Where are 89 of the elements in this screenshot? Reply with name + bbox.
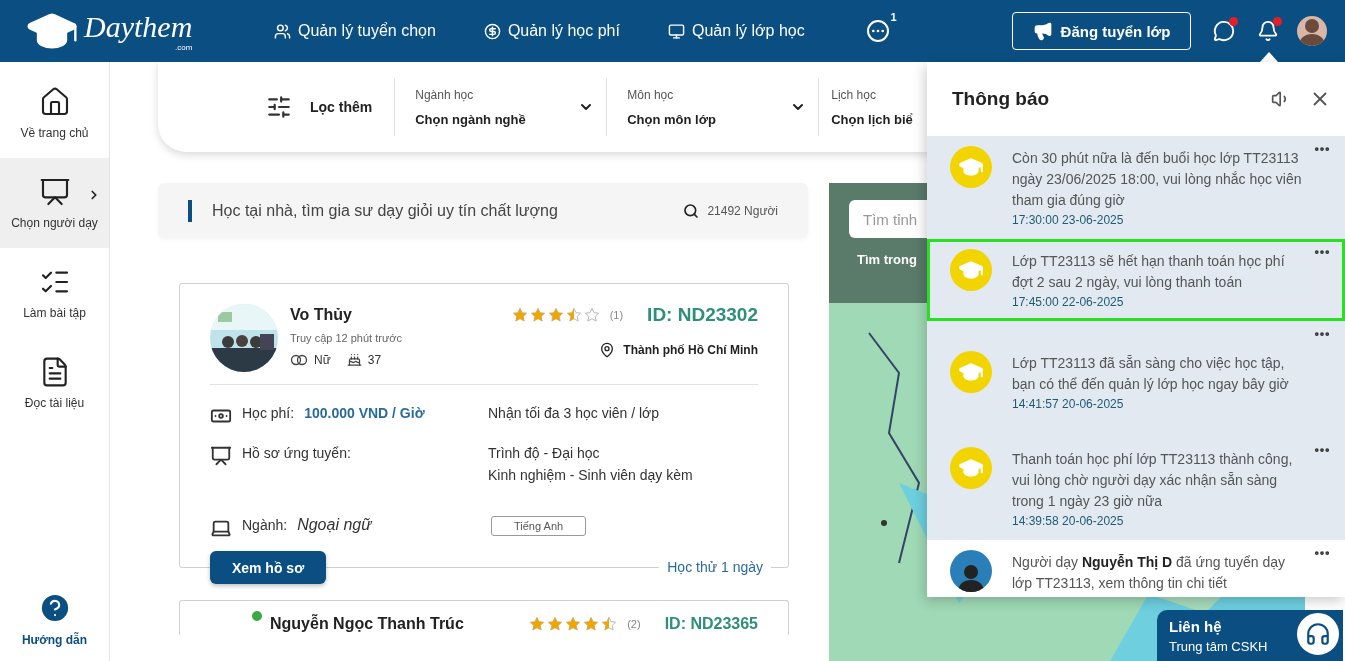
star-icon xyxy=(565,307,582,323)
major-label: Ngành: xyxy=(242,517,288,533)
users-icon xyxy=(274,22,291,40)
count-label: 1 xyxy=(890,11,897,23)
last-seen: Truy cập 12 phút trước xyxy=(290,332,403,344)
nav-link[interactable]: Quản lý tuyển chọn xyxy=(274,22,436,40)
sidebar-item[interactable]: Đọc tài liệu xyxy=(0,338,109,428)
tutor-id: ID: ND23365 xyxy=(664,615,758,633)
star-icon xyxy=(511,307,528,323)
location: Thành phố Hồ Chí Minh xyxy=(623,343,758,357)
search-icon xyxy=(683,202,700,219)
profile-line: Kinh nghiệm - Sinh viên dạy kèm xyxy=(488,467,694,483)
notification-time: 14:39:58 20-06-2025 xyxy=(1012,514,1125,528)
star-icon xyxy=(583,616,600,632)
graduation-cap-icon xyxy=(950,146,992,188)
post-class-button[interactable]: Đăng tuyển lớp xyxy=(1012,12,1191,50)
notification-time: 14:41:57 20-06-2025 xyxy=(1012,397,1125,411)
subject-tag: Tiếng Anh xyxy=(491,516,587,536)
nav-link[interactable]: Quản lý học phí xyxy=(483,22,620,40)
notification-item[interactable]: Còn 30 phút nữa là đến buổi học lớp TT23113 ngày 23/06/2025 18:00, vui lòng nhắc học viên tham gia đúng giờ 17:30:00 23-06-2025 xyxy=(927,136,1345,239)
tutor-name: Vo Thủy xyxy=(290,306,353,324)
location-icon xyxy=(599,342,616,358)
panel-title: Thông báo xyxy=(952,88,1050,110)
more-icon[interactable] xyxy=(866,20,889,42)
filter-dropdown[interactable]: Lịch học Chọn lịch biể xyxy=(818,78,915,136)
result-count: 21492 Người xyxy=(707,203,778,218)
cake-icon xyxy=(346,352,362,367)
filter-button[interactable]: Lọc thêm xyxy=(266,94,395,120)
capacity: Nhận tối đa 3 học viên / lớp xyxy=(488,405,661,423)
dollar-icon xyxy=(483,22,501,40)
tutor-id: ID: ND23302 xyxy=(647,304,758,326)
graduation-cap-icon xyxy=(950,447,992,489)
view-profile-button[interactable]: Xem hồ sơ xyxy=(210,551,326,584)
notification-text: Còn 30 phút nữa là đến buổi học lớp TT23113 ngày 23/06/2025 18:00, vui lòng nhắc học viên tham gia đúng giờ xyxy=(1012,149,1303,210)
megaphone-icon xyxy=(1032,21,1053,41)
notification-item[interactable]: Người dạy Nguyễn Thị D đã ứng tuyển dạy lớp TT23113, xem thông tin chi tiết xyxy=(927,540,1345,597)
help-link[interactable]: Hướng dẫn xyxy=(0,591,109,647)
search-field[interactable]: Học tại nhà, tìm gia sư dạy giỏi uy tín chất lượng xyxy=(210,200,684,221)
user-avatar[interactable] xyxy=(1297,16,1327,46)
star-icon xyxy=(583,307,600,323)
nav-link[interactable]: Quản lý lớp học xyxy=(667,22,805,40)
fee-value: 100.000 VND / Giờ xyxy=(304,405,425,421)
filter-dropdown[interactable]: Môn học Chọn môn lớp xyxy=(606,78,819,136)
notification-text: Lớp TT23113 sẽ hết hạn thanh toán học phí đợt 2 sau 2 ngày, vui lòng thanh toán xyxy=(1012,252,1286,292)
map-search-field[interactable]: Tìm tỉnh xyxy=(849,200,927,238)
notification-time: 17:30:00 23-06-2025 xyxy=(1012,213,1125,227)
star-icon xyxy=(547,307,564,323)
contact-button[interactable]: Liên hệ Trung tâm CSKH xyxy=(1157,610,1343,661)
trial-link[interactable]: Học thử 1 ngày xyxy=(659,559,771,575)
age: 37 xyxy=(367,352,382,367)
graduation-cap-icon xyxy=(950,351,992,393)
gender-icon xyxy=(290,352,308,367)
fee-label: Học phí: xyxy=(242,405,295,421)
search-bar[interactable]: Học tại nhà, tìm gia sư dạy giỏi uy tín chất lượng 21492 Người xyxy=(158,183,808,238)
tutor-avatar xyxy=(950,550,992,592)
notification-time: 17:45:00 22-06-2025 xyxy=(1012,295,1125,309)
review-count: (1) xyxy=(609,309,624,321)
filter-icon xyxy=(266,94,292,120)
presentation-icon xyxy=(38,176,71,208)
sidebar-item[interactable]: Làm bài tập xyxy=(0,248,109,338)
major-value: Ngoại ngữ xyxy=(297,516,372,534)
logo-text: Daythem xyxy=(84,10,193,44)
presentation-icon xyxy=(210,445,232,467)
star-icon xyxy=(529,616,546,632)
tutor-name: Nguyễn Ngọc Thanh Trúc xyxy=(270,615,465,633)
profile-line: Trình độ - Đại học xyxy=(488,445,601,461)
graduation-cap-icon xyxy=(950,249,992,291)
map-toggle-label[interactable]: Tìm trong xyxy=(857,252,917,267)
notification-item[interactable]: Thanh toán học phí lớp TT23113 thành công, vui lòng chờ người dạy xác nhận sẵn sàng trong 1 ngày 23 giờ nữa 14:39:58 20-06-2025 xyxy=(927,437,1345,540)
star-icon xyxy=(565,616,582,632)
notification-item[interactable]: Lớp TT23113 đã sẵn sàng cho việc học tập, bạn có thể đến quản lý lớp học ngay bây giờ 14:41:57 20-06-2025 xyxy=(927,321,1345,437)
star-icon xyxy=(547,616,564,632)
sidebar-item[interactable]: Chọn người dạy xyxy=(0,158,109,248)
star-icon xyxy=(529,307,546,323)
review-count: (2) xyxy=(627,618,641,630)
notification-item[interactable]: Lớp TT23113 sẽ hết hạn thanh toán học phí đợt 2 sau 2 ngày, vui lòng thanh toán 17:45:00 22-06-2025 xyxy=(927,239,1345,321)
notification-text: Thanh toán học phí lớp TT23113 thành công, vui lòng chờ người dạy xác nhận sẵn sàng trong 1 ngày 23 giờ nữa xyxy=(1012,450,1294,511)
notification-text: Người dạy Nguyễn Thị D đã ứng tuyển dạy lớp TT23113, xem thông tin chi tiết xyxy=(1012,553,1287,593)
filter-dropdown[interactable]: Ngành học Chọn ngành nghề xyxy=(394,78,607,136)
star-icon xyxy=(601,616,618,632)
chat-icon[interactable] xyxy=(1213,20,1235,42)
gender: Nữ xyxy=(314,352,331,367)
logo-suffix: .com xyxy=(174,44,193,52)
notification-text: Lớp TT23113 đã sẵn sàng cho việc học tập, bạn có thể đến quản lý lớp học ngay bây giờ xyxy=(1012,354,1290,394)
monitor-icon xyxy=(667,22,685,40)
profile-label: Hồ sơ ứng tuyển: xyxy=(242,445,351,461)
sidebar-item[interactable]: Về trang chủ xyxy=(0,68,109,158)
bell-icon[interactable] xyxy=(1257,20,1279,42)
headset-icon xyxy=(1305,621,1331,647)
